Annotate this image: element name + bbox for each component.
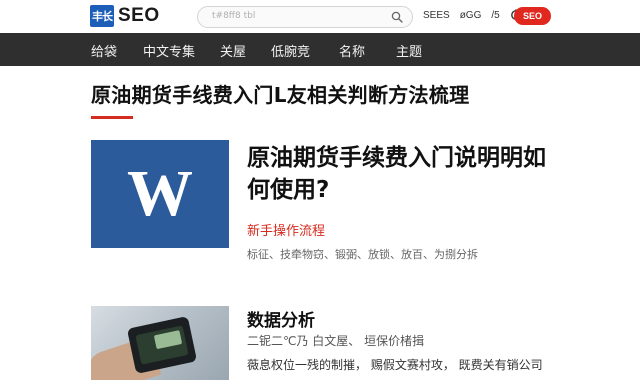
article-2-title[interactable]: 数据分析 [247,306,315,331]
nav-item-6[interactable]: 主题 [396,41,422,60]
logo-text: SEO [118,5,160,26]
article-1-title[interactable]: 原油期货手续费入门说明明如何使用? [247,142,547,206]
header-link-3[interactable]: /5 [491,10,499,21]
header-link-1[interactable]: SEES [423,10,450,21]
device-image [126,316,198,374]
nav-item-5[interactable]: 名称 [339,41,365,60]
search-icon[interactable] [391,11,403,23]
search-input[interactable]: t#8ff8 tbl [197,6,413,28]
article-1-thumbnail[interactable]: W [91,140,229,248]
main-nav: 给袋 中文专集 关屋 低腕竞 名称 主题 [0,33,640,66]
site-logo[interactable]: 丰长 SEO [90,5,160,27]
nav-item-4[interactable]: 低腕竞 [271,41,310,60]
article-2-description: 薇息权位一残的制摧， 赐假文赛村攻， 既费关有销公司 [247,358,543,372]
page-title: 原油期货手线费入门L友相关判断方法梳理 [91,83,470,107]
article-1-thumbnail-letter: W [127,157,193,230]
nav-item-3[interactable]: 关屋 [220,41,246,60]
search-placeholder: t#8ff8 tbl [212,11,256,21]
logo-mark: 丰长 [90,5,114,27]
header-link-2[interactable]: øGG [460,10,482,21]
device-screen [135,325,189,365]
nav-item-2[interactable]: 中文专集 [143,41,195,60]
seo-button[interactable]: SEO [514,7,551,25]
article-2-meta: 二铌二℃乃 白文屋、 垣保价楮揖 [247,334,425,348]
article-2-thumbnail[interactable] [91,306,229,380]
article-1-meta: 标征、技牵物窃、锻弼、放锁、放百、为捌分拆 [247,248,478,261]
device-screen-glow [153,330,183,350]
article-1-tag[interactable]: 新手操作流程 [247,220,325,239]
top-header: 丰长 SEO t#8ff8 tbl SEES øGG /5 SEO [0,0,640,33]
nav-item-1[interactable]: 给袋 [91,41,117,60]
header-links: SEES øGG /5 [423,9,522,21]
title-underline [91,116,133,119]
